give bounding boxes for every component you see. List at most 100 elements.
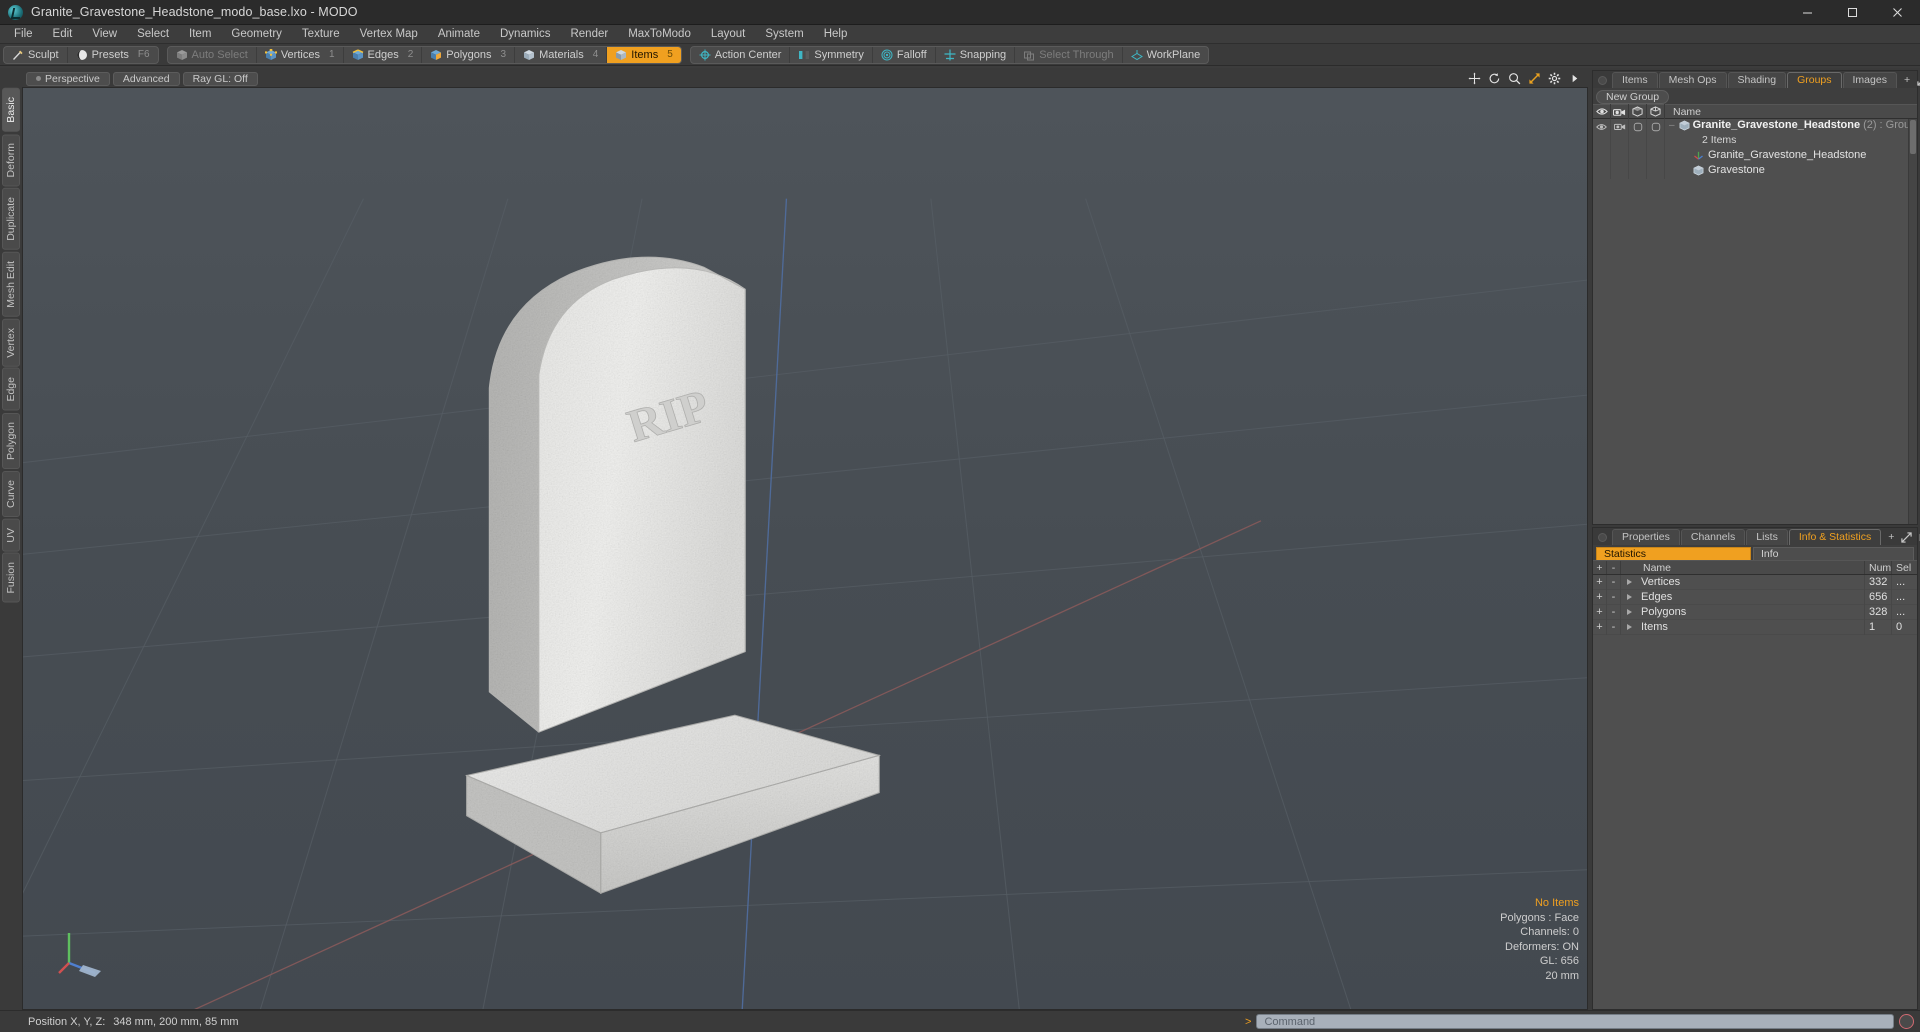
tree-row-group[interactable]: – Granite_Gravestone_Headstone (2) : Gro… <box>1593 119 1917 134</box>
maximize-button[interactable] <box>1830 0 1875 25</box>
statistics-button[interactable]: Statistics <box>1596 547 1751 561</box>
row-minus-button[interactable]: - <box>1607 604 1621 620</box>
menu-maxtomodo[interactable]: MaxToModo <box>618 25 701 43</box>
panel-knob-icon[interactable] <box>1598 76 1607 85</box>
tab-groups[interactable]: Groups <box>1787 72 1842 88</box>
axis-gizmo[interactable] <box>53 921 111 979</box>
row-name-cell[interactable]: Vertices <box>1621 575 1864 590</box>
groups-tree-body[interactable]: – Granite_Gravestone_Headstone (2) : Gro… <box>1593 119 1917 524</box>
menu-texture[interactable]: Texture <box>292 25 350 43</box>
rotate-view-icon[interactable] <box>1488 72 1501 85</box>
menu-help[interactable]: Help <box>814 25 858 43</box>
viewport-3d[interactable]: RIP No Items Polygons : Face Channels: 0… <box>22 87 1588 1010</box>
menu-system[interactable]: System <box>755 25 813 43</box>
gravestone-model[interactable]: RIP <box>23 88 1587 1009</box>
row-name-cell[interactable]: Polygons <box>1621 605 1864 620</box>
expand-arrow-icon[interactable] <box>1627 594 1632 600</box>
snapping-button[interactable]: Snapping <box>936 46 1016 63</box>
column-visibility-header[interactable] <box>1593 104 1611 119</box>
edges-button[interactable]: Edges 2 <box>344 46 423 63</box>
child-mesh-row[interactable]: Gravestone <box>1669 164 1765 176</box>
menu-geometry[interactable]: Geometry <box>221 25 292 43</box>
row-plus-button[interactable]: + <box>1593 604 1607 620</box>
row-shade-toggle[interactable] <box>1629 119 1647 134</box>
select-through-button[interactable]: Select Through <box>1015 46 1123 63</box>
left-tab-polygon[interactable]: Polygon <box>2 412 20 469</box>
viewport-settings-icon[interactable] <box>1548 72 1561 85</box>
column-render-header[interactable] <box>1611 104 1629 119</box>
tree-row-child-mesh[interactable]: Gravestone <box>1593 164 1917 179</box>
menu-animate[interactable]: Animate <box>428 25 490 43</box>
symmetry-button[interactable]: Symmetry <box>790 46 873 63</box>
row-name-cell[interactable]: Edges <box>1621 590 1864 605</box>
row-plus-button[interactable]: + <box>1593 619 1607 635</box>
polygons-button[interactable]: Polygons 3 <box>422 46 516 63</box>
menu-dynamics[interactable]: Dynamics <box>490 25 560 43</box>
viewport-tab-raygl[interactable]: Ray GL: Off <box>182 71 258 86</box>
viewport-tab-perspective[interactable]: Perspective <box>26 71 110 86</box>
row-minus-button[interactable]: - <box>1607 574 1621 590</box>
materials-button[interactable]: Materials 4 <box>515 46 608 63</box>
expand-arrow-icon[interactable] <box>1627 624 1632 630</box>
menu-item[interactable]: Item <box>179 25 221 43</box>
info-button[interactable]: Info <box>1753 547 1914 561</box>
tab-items[interactable]: Items <box>1612 72 1658 88</box>
tab-channels[interactable]: Channels <box>1680 529 1746 545</box>
group-row-main[interactable]: – Granite_Gravestone_Headstone (2) : Gro… <box>1665 119 1917 131</box>
action-center-button[interactable]: Action Center <box>691 46 791 63</box>
table-row[interactable]: + - Edges 656 ... <box>1593 589 1917 605</box>
column-shade-header[interactable] <box>1629 104 1647 119</box>
menu-layout[interactable]: Layout <box>701 25 756 43</box>
expand-panel-icon[interactable] <box>1901 532 1913 543</box>
tab-properties[interactable]: Properties <box>1612 529 1680 545</box>
row-visibility-toggle[interactable] <box>1593 119 1611 134</box>
tab-shading[interactable]: Shading <box>1727 72 1787 88</box>
row-plus-button[interactable]: + <box>1593 589 1607 605</box>
tab-lists[interactable]: Lists <box>1746 529 1788 545</box>
child-mesh-main[interactable]: Gravestone <box>1665 164 1917 176</box>
left-tab-mesh-edit[interactable]: Mesh Edit <box>2 251 20 317</box>
new-group-button[interactable]: New Group <box>1596 90 1670 104</box>
left-tab-basic[interactable]: Basic <box>2 88 20 132</box>
table-row[interactable]: + - Polygons 328 ... <box>1593 604 1917 620</box>
child-locator-row[interactable]: Granite_Gravestone_Headstone <box>1669 149 1866 161</box>
row-name-cell[interactable]: Items <box>1621 620 1864 635</box>
viewport-menu-arrow-icon[interactable] <box>1568 72 1581 85</box>
menu-file[interactable]: File <box>4 25 43 43</box>
tree-expander-icon[interactable]: – <box>1669 120 1676 131</box>
move-view-icon[interactable] <box>1468 72 1481 85</box>
menu-view[interactable]: View <box>82 25 127 43</box>
left-tab-edge[interactable]: Edge <box>2 368 20 411</box>
tab-images[interactable]: Images <box>1842 72 1897 88</box>
menu-select[interactable]: Select <box>127 25 179 43</box>
command-input[interactable]: Command <box>1256 1014 1894 1029</box>
child-locator-main[interactable]: Granite_Gravestone_Headstone <box>1665 149 1917 161</box>
sculpt-button[interactable]: Sculpt <box>4 46 68 63</box>
tree-row-child-locator[interactable]: Granite_Gravestone_Headstone <box>1593 149 1917 164</box>
row-minus-button[interactable]: - <box>1607 619 1621 635</box>
row-minus-button[interactable]: - <box>1607 589 1621 605</box>
table-row[interactable]: + - Vertices 332 ... <box>1593 574 1917 590</box>
tab-add[interactable]: + <box>1898 73 1916 88</box>
left-tab-deform[interactable]: Deform <box>2 133 20 187</box>
table-row[interactable]: + - Items 1 0 <box>1593 619 1917 635</box>
tab-add-bottom[interactable]: + <box>1882 530 1900 545</box>
row-render-toggle[interactable] <box>1611 119 1629 134</box>
groups-tree-scrollbar[interactable] <box>1908 119 1917 524</box>
workplane-button[interactable]: WorkPlane <box>1123 47 1209 63</box>
tab-info-statistics[interactable]: Info & Statistics <box>1788 529 1882 545</box>
left-tab-fusion[interactable]: Fusion <box>2 553 20 603</box>
panel-knob-icon[interactable] <box>1598 533 1607 542</box>
left-tab-vertex[interactable]: Vertex <box>2 318 20 367</box>
fit-view-icon[interactable] <box>1528 72 1541 85</box>
vertices-button[interactable]: Vertices 1 <box>257 46 344 63</box>
viewport-tab-advanced[interactable]: Advanced <box>112 71 180 86</box>
zoom-view-icon[interactable] <box>1508 72 1521 85</box>
menu-vertex-map[interactable]: Vertex Map <box>350 25 428 43</box>
items-button[interactable]: Items 5 <box>607 46 681 63</box>
menu-render[interactable]: Render <box>560 25 618 43</box>
row-wire-toggle[interactable] <box>1647 119 1665 134</box>
expand-arrow-icon[interactable] <box>1627 579 1632 585</box>
auto-select-button[interactable]: Auto Select <box>168 46 257 63</box>
column-wire-header[interactable] <box>1647 104 1665 119</box>
